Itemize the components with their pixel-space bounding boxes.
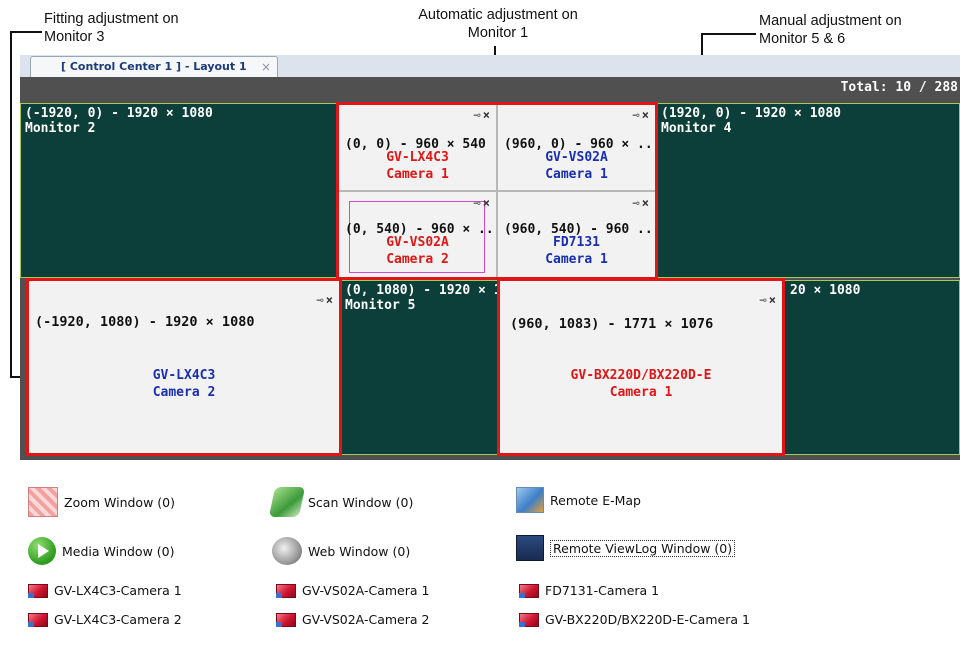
camera-item-gv-vs02a-1[interactable]: GV-VS02A-Camera 1 [276, 583, 429, 598]
camera-item-gv-lx4c3-2[interactable]: GV-LX4C3-Camera 2 [28, 612, 182, 627]
total-count: Total: 10 / 288 [840, 80, 958, 95]
manual-annotation: Manual adjustment on Monitor 5 & 6 [759, 12, 902, 48]
remote-emap-icon [516, 487, 544, 513]
zoom-window-icon [28, 487, 58, 517]
scan-window-icon [268, 487, 306, 517]
remote-viewlog-icon [516, 535, 544, 561]
monitor-4-name: Monitor 4 [661, 121, 732, 136]
media-window-label: Media Window (0) [62, 543, 175, 559]
automatic-highlight-box [336, 102, 658, 280]
fitting-annotation-line1: Fitting adjustment on [44, 11, 179, 27]
manual-annotation-line1: Manual adjustment on [759, 13, 902, 29]
camera-icon [276, 583, 296, 598]
monitor-6[interactable]: 20 × 1080 [783, 280, 960, 455]
fitting-annotation-line2: Monitor 3 [44, 29, 105, 45]
monitor-6-coords: 20 × 1080 [790, 283, 861, 298]
tab-close-icon[interactable]: × [261, 57, 271, 77]
monitor-4-coords: (1920, 0) - 1920 × 1080 [661, 106, 842, 121]
camera-item-label: FD7131-Camera 1 [545, 583, 660, 598]
manual-pointer-top [701, 33, 756, 35]
camera-item-label: GV-BX220D/BX220D-E-Camera 1 [545, 612, 750, 627]
web-globe-icon [272, 537, 302, 565]
camera-icon [276, 612, 296, 627]
camera-icon [28, 583, 48, 598]
web-window-label: Web Window (0) [308, 543, 411, 559]
remote-emap-item[interactable]: Remote E-Map [516, 487, 641, 513]
manual-highlight-box [497, 278, 785, 456]
automatic-annotation-line2: Monitor 1 [467, 25, 529, 41]
camera-item-label: GV-VS02A-Camera 2 [302, 612, 430, 627]
scan-window-item[interactable]: Scan Window (0) [268, 487, 414, 517]
fitting-bracket-line [10, 31, 12, 378]
remote-viewlog-item[interactable]: Remote ViewLog Window (0) [516, 535, 736, 561]
automatic-annotation-line1: Automatic adjustment on [418, 7, 578, 23]
monitor-5-name: Monitor 5 [345, 298, 416, 313]
monitor-2-name: Monitor 2 [25, 121, 96, 136]
camera-item-label: GV-VS02A-Camera 1 [302, 583, 430, 598]
camera-item-fd7131-1[interactable]: FD7131-Camera 1 [519, 583, 659, 598]
monitor-2-coords: (-1920, 0) - 1920 × 1080 [25, 106, 213, 121]
camera-icon [28, 612, 48, 627]
zoom-window-item[interactable]: Zoom Window (0) [28, 487, 175, 517]
camera-icon [519, 612, 539, 627]
camera-icon [519, 583, 539, 598]
monitor-5-coords: (0, 1080) - 1920 × 1080 [345, 283, 499, 298]
fitting-highlight-box [26, 278, 342, 456]
monitor-4[interactable]: (1920, 0) - 1920 × 1080 Monitor 4 [656, 103, 960, 278]
camera-item-gv-lx4c3-1[interactable]: GV-LX4C3-Camera 1 [28, 583, 182, 598]
monitor-5[interactable]: (0, 1080) - 1920 × 1080 Monitor 5 [340, 280, 500, 455]
media-play-icon [28, 537, 56, 565]
remote-viewlog-label: Remote ViewLog Window (0) [550, 539, 736, 557]
tab-control-center-layout[interactable]: [ Control Center 1 ] - Layout 1 × [30, 56, 278, 77]
scan-window-label: Scan Window (0) [308, 494, 414, 510]
monitor-2[interactable]: (-1920, 0) - 1920 × 1080 Monitor 2 [20, 103, 338, 278]
automatic-annotation: Automatic adjustment on Monitor 1 [388, 6, 608, 42]
remote-emap-label: Remote E-Map [550, 492, 641, 508]
zoom-window-label: Zoom Window (0) [64, 494, 175, 510]
camera-item-gv-vs02a-2[interactable]: GV-VS02A-Camera 2 [276, 612, 429, 627]
camera-item-label: GV-LX4C3-Camera 2 [54, 612, 182, 627]
camera-item-gv-bx220d-1[interactable]: GV-BX220D/BX220D-E-Camera 1 [519, 612, 750, 627]
fitting-annotation: Fitting adjustment on Monitor 3 [44, 10, 179, 46]
web-window-item[interactable]: Web Window (0) [272, 537, 410, 565]
manual-annotation-line2: Monitor 5 & 6 [759, 31, 846, 47]
camera-item-label: GV-LX4C3-Camera 1 [54, 583, 182, 598]
fitting-bracket-top [10, 31, 42, 33]
media-window-item[interactable]: Media Window (0) [28, 537, 174, 565]
tab-label: [ Control Center 1 ] - Layout 1 [61, 60, 247, 73]
